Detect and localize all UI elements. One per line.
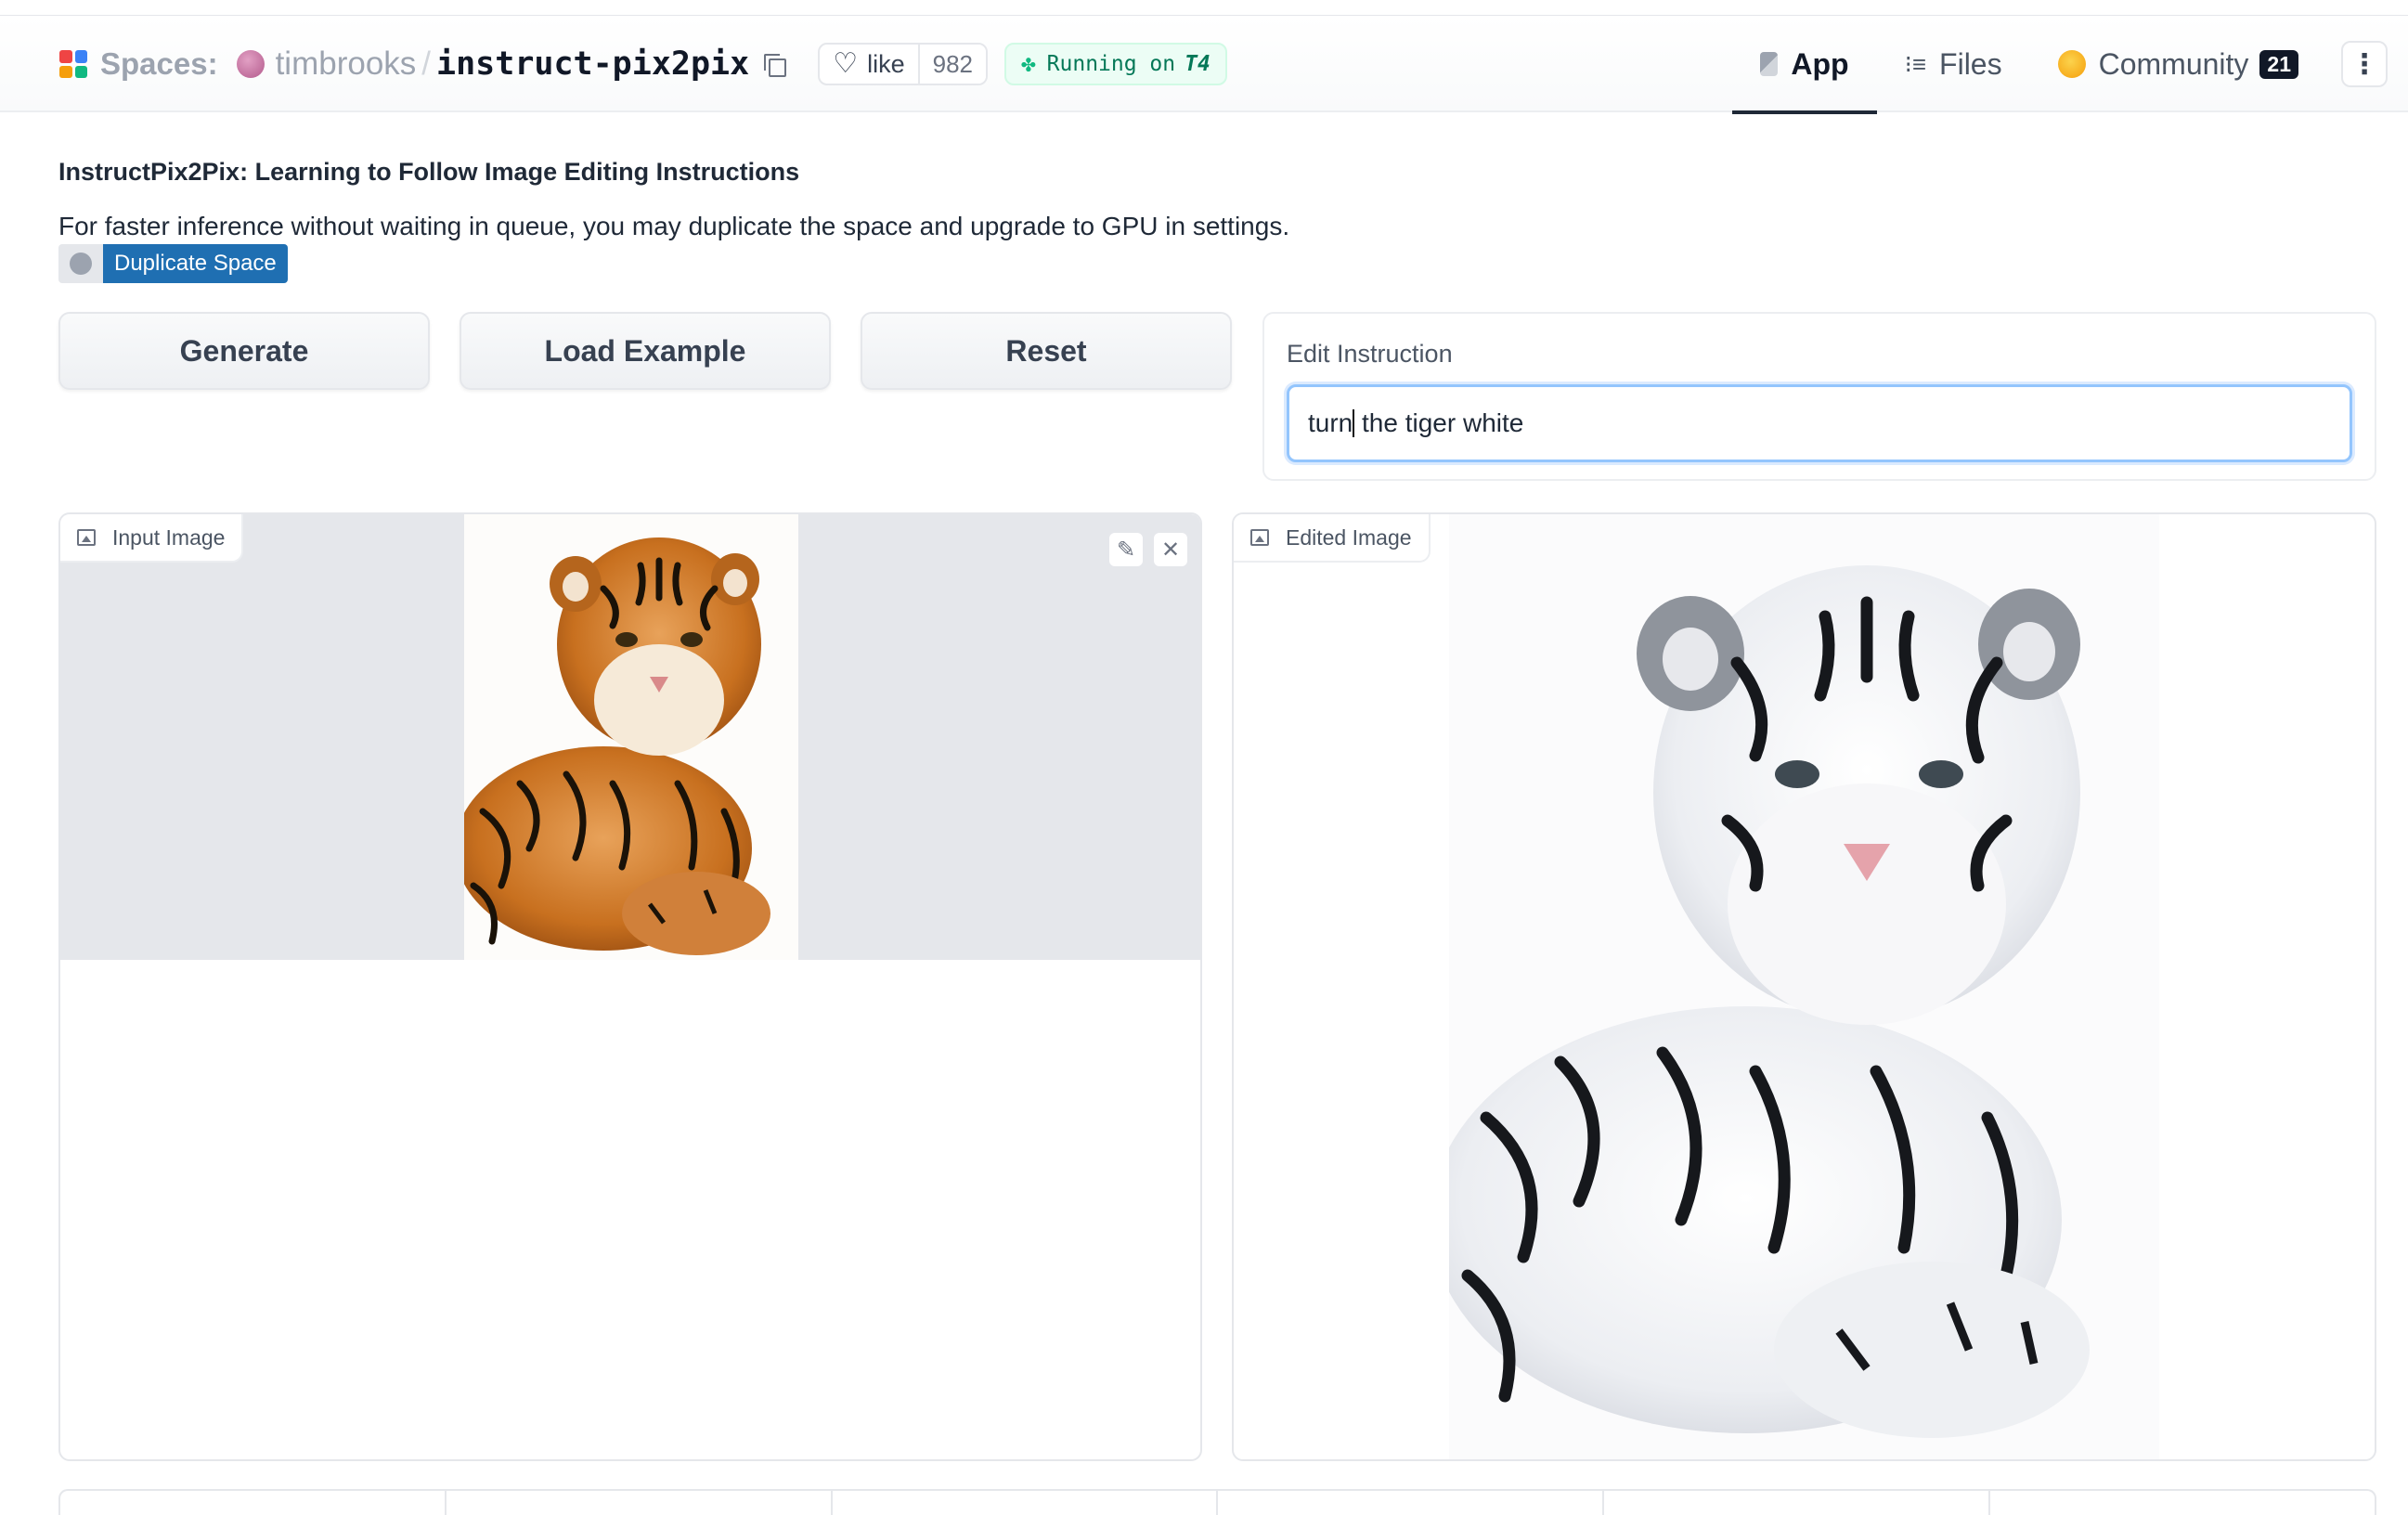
pencil-icon: ✎ (1116, 537, 1136, 563)
input-image-canvas[interactable]: ✎ ✕ (60, 514, 1200, 960)
top-rule (0, 0, 2408, 16)
running-status-badge[interactable]: ✤ Running on T4 (1004, 43, 1227, 85)
like-label: like (867, 49, 905, 78)
running-icon: ✤ (1021, 50, 1036, 78)
owner-link[interactable]: timbrooks (276, 45, 417, 83)
spaces-label[interactable]: Spaces: (100, 46, 218, 82)
repo-name[interactable]: instruct-pix2pix (436, 45, 749, 83)
owner-avatar[interactable] (236, 50, 265, 78)
bottom-examples-strip (58, 1489, 2376, 1515)
space-tabs: App ⁝≡ Files Community 21 ⋮ (1731, 16, 2408, 114)
tab-community[interactable]: Community 21 (2030, 16, 2326, 112)
more-options-button[interactable]: ⋮ (2341, 41, 2388, 87)
input-image-label-tag: Input Image (60, 514, 244, 563)
edited-image-panel: Edited Image (1232, 512, 2376, 1461)
copy-icon[interactable] (762, 52, 787, 77)
page-title: InstructPix2Pix: Learning to Follow Imag… (58, 158, 800, 186)
load-example-button[interactable]: Load Example (460, 312, 831, 390)
edit-instruction-input[interactable]: turn the tiger white (1287, 384, 2352, 462)
duplicate-space-badge[interactable]: Duplicate Space (58, 244, 288, 283)
tab-app-label: App (1791, 46, 1849, 81)
instruction-text-after: the tiger white (1354, 408, 1524, 437)
input-image-label: Input Image (112, 524, 226, 550)
edited-image-label-tag: Edited Image (1234, 514, 1431, 563)
space-header: Spaces: timbrooks / instruct-pix2pix ♡ l… (0, 16, 2408, 114)
tab-app[interactable]: App (1731, 16, 1877, 114)
close-icon: ✕ (1160, 537, 1181, 563)
generate-button[interactable]: Generate (58, 312, 430, 390)
tab-files-label: Files (1939, 46, 2002, 81)
files-icon: ⁝≡ (1904, 49, 1927, 78)
like-main[interactable]: ♡ like (820, 45, 920, 84)
like-button[interactable]: ♡ like 982 (818, 43, 988, 85)
breadcrumb-separator: / (421, 45, 432, 82)
edited-image-label: Edited Image (1286, 524, 1412, 550)
image-icon (77, 529, 96, 546)
duplicate-icon (58, 244, 103, 283)
edit-instruction-block: Edit Instruction turn the tiger white (1262, 312, 2376, 481)
heart-icon: ♡ (833, 48, 859, 79)
edit-instruction-label: Edit Instruction (1287, 340, 1453, 368)
duplicate-space-label: Duplicate Space (103, 244, 288, 283)
more-vertical-icon: ⋮ (2350, 48, 2378, 80)
like-count[interactable]: 982 (919, 45, 986, 84)
cube-icon (1759, 52, 1779, 76)
input-tiger-image (464, 514, 798, 960)
space-breadcrumb: Spaces: timbrooks / instruct-pix2pix ♡ l… (59, 16, 1227, 112)
edited-tiger-image (1449, 514, 2159, 1459)
spaces-logo-icon (59, 50, 87, 78)
edit-image-button[interactable]: ✎ (1107, 531, 1145, 568)
tab-files[interactable]: ⁝≡ Files (1877, 16, 2030, 112)
image-icon (1250, 529, 1269, 546)
instruction-text-before: turn (1308, 408, 1353, 437)
reset-button[interactable]: Reset (861, 312, 1232, 390)
community-count-badge: 21 (2259, 49, 2298, 79)
page-subtitle: For faster inference without waiting in … (58, 212, 1290, 240)
clear-image-button[interactable]: ✕ (1152, 531, 1189, 568)
hugging-face-icon (2057, 50, 2086, 78)
input-image-panel[interactable]: Input Image ✎ ✕ (58, 512, 1202, 1461)
running-label: Running on (1046, 52, 1176, 76)
tab-community-label: Community (2098, 46, 2249, 81)
hardware-label: T4 (1185, 52, 1210, 76)
